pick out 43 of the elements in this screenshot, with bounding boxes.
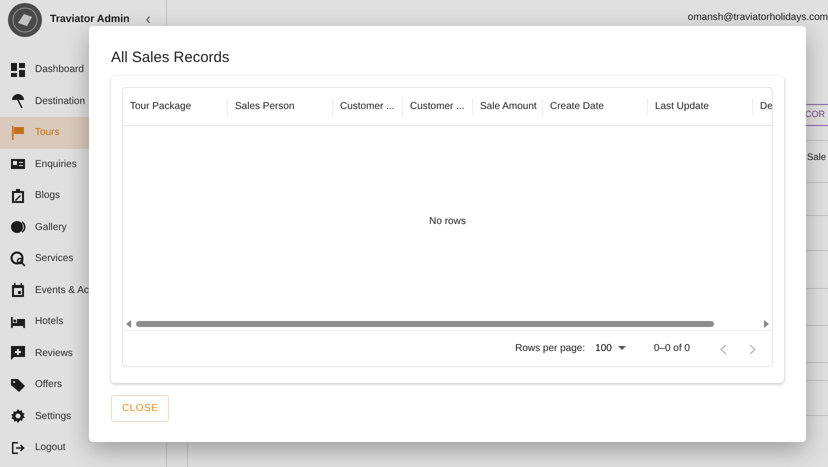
chevron-right-icon (749, 344, 756, 356)
scroll-left-icon[interactable] (126, 320, 132, 328)
scroll-right-icon[interactable] (763, 320, 769, 328)
column-header[interactable]: Last Update (648, 98, 753, 116)
column-header[interactable]: Tour Package (123, 98, 228, 116)
calendar-icon (10, 282, 26, 298)
user-email: omansh@traviatorholidays.com (688, 11, 828, 25)
horizontal-scrollbar[interactable] (123, 317, 772, 331)
logo-icon (8, 3, 42, 37)
dialog-title: All Sales Records (111, 48, 230, 68)
sidebar-item[interactable]: Gallery (0, 212, 166, 243)
sidebar-item[interactable]: Events & Ac (0, 274, 166, 306)
review-icon (10, 345, 26, 362)
brand-name: Traviator Admin (50, 12, 130, 28)
edit-note-icon (10, 188, 26, 204)
chevron-left-icon (720, 344, 727, 356)
sidebar-item[interactable]: Blogs (0, 180, 166, 212)
rows-per-page-select[interactable]: 100 (595, 341, 626, 356)
column-header: Sale (807, 151, 826, 165)
logout-icon (10, 440, 26, 456)
sidebar-item[interactable]: Logout (0, 432, 166, 464)
collapse-button[interactable]: ‹ (142, 12, 155, 28)
dashboard-icon (10, 62, 26, 78)
flag-icon (10, 124, 26, 141)
sidebar-item[interactable]: Reviews (0, 338, 166, 369)
column-header[interactable]: Customer ... (333, 98, 403, 116)
settings-icon (10, 408, 26, 424)
caret-icon (618, 346, 626, 351)
tag-icon (10, 376, 26, 393)
column-header[interactable]: Customer ... (403, 98, 473, 116)
sidebar-item[interactable]: Enquiries (0, 148, 166, 180)
page-range: 0–0 of 0 (654, 342, 690, 356)
search-globe-icon (10, 250, 26, 267)
rows-per-page-label: Rows per page: (515, 342, 586, 356)
column-header[interactable]: Create Date (543, 98, 648, 116)
empty-message: No rows (429, 215, 466, 229)
sidebar-item[interactable]: Services (0, 243, 166, 274)
column-header[interactable]: Sale Amount (473, 98, 543, 116)
umbrella-icon (10, 93, 26, 110)
column-header[interactable]: De (753, 98, 772, 116)
column-header[interactable]: Sales Person (228, 98, 333, 116)
gallery-icon (10, 219, 26, 236)
sidebar-item[interactable]: Hotels (0, 306, 166, 338)
